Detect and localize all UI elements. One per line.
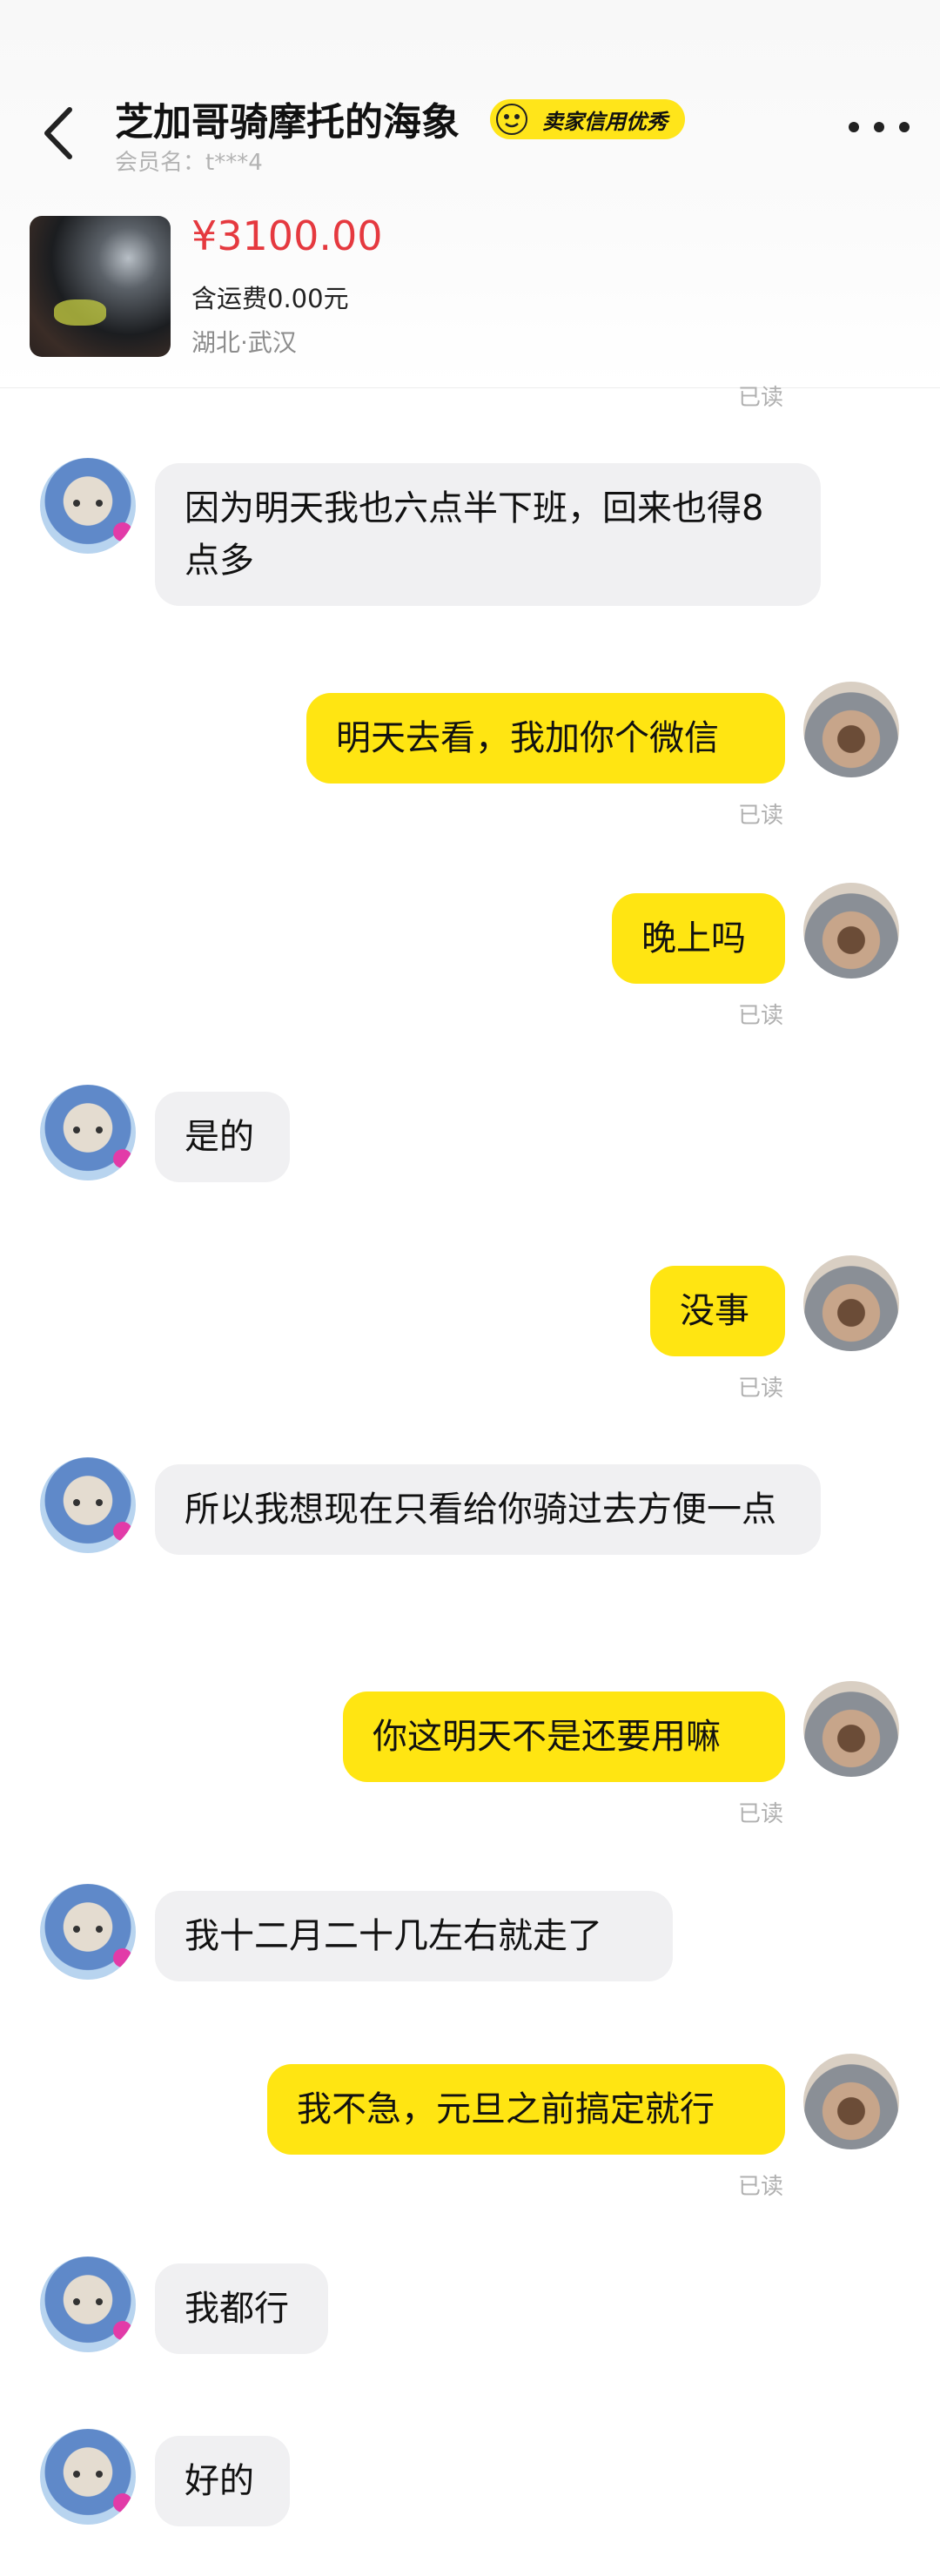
product-thumbnail[interactable] — [30, 216, 171, 357]
message-bubble: 好的 — [155, 2436, 290, 2526]
message-bubble: 晚上吗 — [612, 893, 785, 984]
message-bubble: 我不急，元旦之前搞定就行 — [267, 2064, 785, 2155]
read-status: 已读 — [737, 803, 783, 829]
my-avatar[interactable] — [803, 682, 899, 777]
back-arrow-icon[interactable] — [35, 103, 84, 164]
read-status: 已读 — [737, 1801, 783, 1827]
my-avatar[interactable] — [803, 1255, 899, 1351]
seller-avatar[interactable] — [40, 1085, 136, 1180]
product-price: ¥3100.00 — [191, 212, 383, 259]
message-bubble: 明天去看，我加你个微信 — [306, 693, 785, 784]
read-status: 已读 — [737, 385, 783, 411]
my-avatar[interactable] — [803, 2054, 899, 2149]
smiley-icon — [495, 103, 528, 136]
message-bubble: 因为明天我也六点半下班，回来也得8点多 — [155, 463, 821, 606]
seller-avatar[interactable] — [40, 2429, 136, 2525]
product-location: 湖北·武汉 — [191, 328, 297, 357]
seller-avatar[interactable] — [40, 1457, 136, 1553]
read-status: 已读 — [737, 2174, 783, 2200]
seller-avatar[interactable] — [40, 1884, 136, 1980]
message-bubble: 没事 — [650, 1266, 785, 1356]
badge-label: 卖家信用优秀 — [542, 109, 668, 134]
read-status: 已读 — [737, 1003, 783, 1029]
seller-avatar[interactable] — [40, 458, 136, 554]
my-avatar[interactable] — [803, 1681, 899, 1777]
shipping-fee: 含运费0.00元 — [191, 284, 349, 313]
more-options-icon[interactable] — [849, 110, 910, 145]
message-bubble: 你这明天不是还要用嘛 — [343, 1692, 785, 1782]
message-bubble: 我十二月二十几左右就走了 — [155, 1891, 673, 1981]
read-status: 已读 — [737, 1375, 783, 1402]
chat-header: 芝加哥骑摩托的海象 卖家信用优秀 会员名：t***4 ¥3100.00 含运费0… — [0, 0, 940, 388]
my-avatar[interactable] — [803, 883, 899, 979]
message-bubble: 是的 — [155, 1092, 290, 1182]
seller-avatar[interactable] — [40, 2257, 136, 2352]
seller-name: 芝加哥骑摩托的海象 — [115, 100, 460, 145]
message-list[interactable]: 已读 因为明天我也六点半下班，回来也得8点多 明天去看，我加你个微信 已读 晚上… — [0, 385, 940, 2576]
member-id: 会员名：t***4 — [115, 150, 263, 176]
message-bubble: 我都行 — [155, 2263, 328, 2354]
message-bubble: 所以我想现在只看给你骑过去方便一点 — [155, 1464, 821, 1555]
seller-credit-badge[interactable]: 卖家信用优秀 — [490, 99, 685, 139]
